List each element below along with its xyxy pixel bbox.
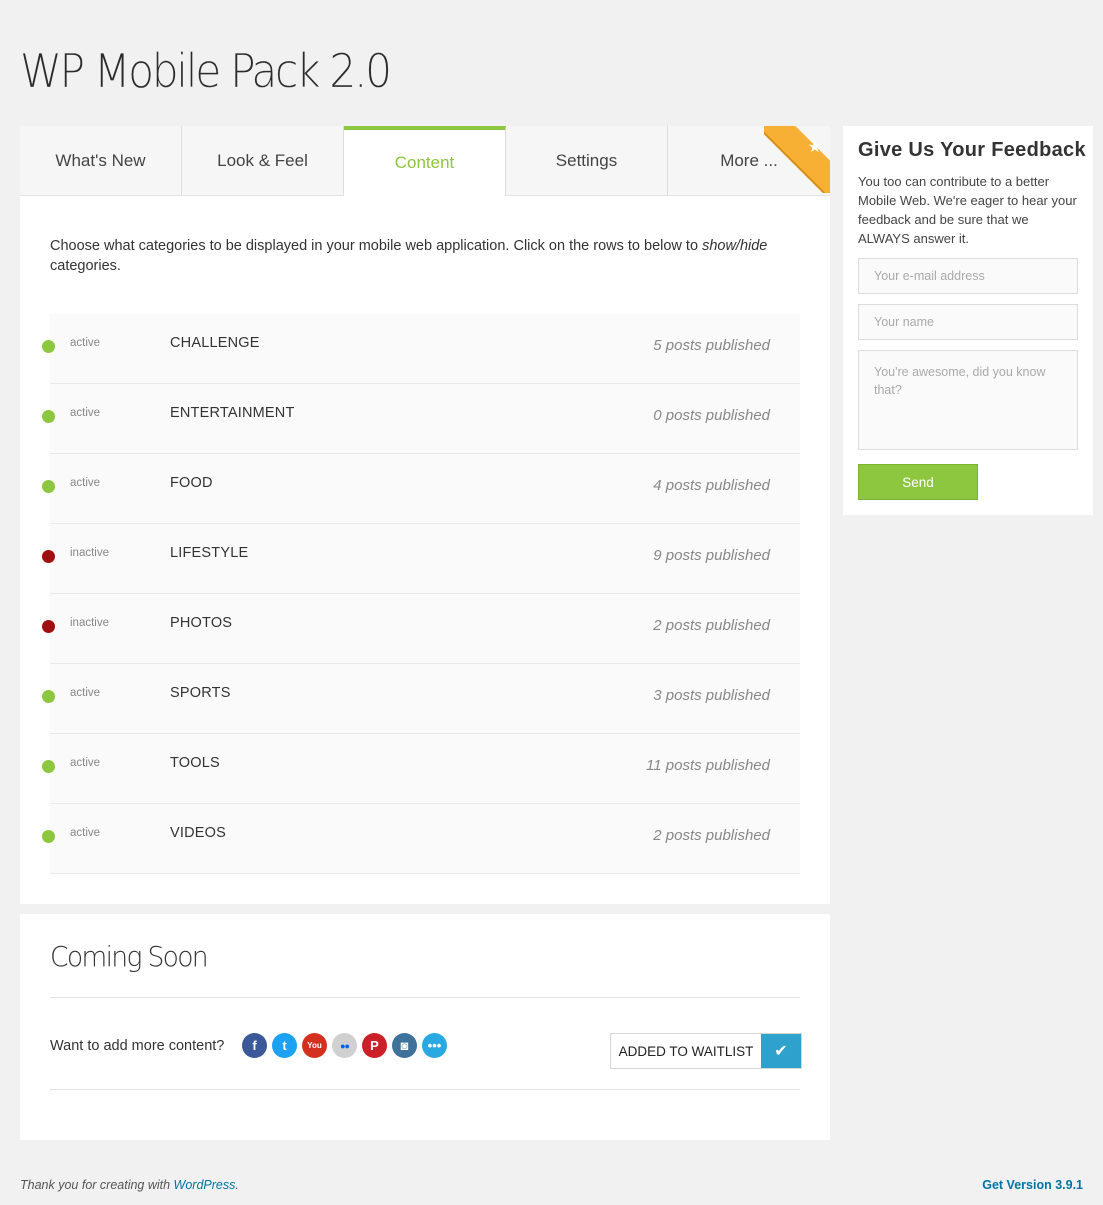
divider <box>50 997 800 998</box>
category-name: SPORTS <box>170 685 231 701</box>
coming-soon-title: Coming Soon <box>50 940 209 973</box>
category-post-count: 2 posts published <box>653 827 770 844</box>
category-list: active CHALLENGE 5 posts published active EN… <box>40 314 800 874</box>
twitter-icon[interactable]: t <box>272 1033 297 1058</box>
coming-soon-panel: Coming Soon Want to add more content? ft… <box>20 914 830 1140</box>
category-post-count: 3 posts published <box>653 687 770 704</box>
category-name: ENTERTAINMENT <box>170 405 295 421</box>
category-row[interactable]: active FOOD 4 posts published <box>40 454 800 524</box>
social-icons: f t You ●● P ◙ ••• <box>242 1033 447 1058</box>
category-name: FOOD <box>170 475 213 491</box>
instagram-icon[interactable]: ◙ <box>392 1033 417 1058</box>
main-panel: What's New Look & Feel Content Settings … <box>20 126 830 904</box>
category-post-count: 2 posts published <box>653 617 770 634</box>
tab-content[interactable]: Content <box>344 126 506 196</box>
tab-settings[interactable]: Settings <box>506 126 668 196</box>
intro-emphasis: show/hide <box>702 238 768 254</box>
category-post-count: 11 posts published <box>646 757 770 774</box>
category-name: PHOTOS <box>170 615 233 631</box>
footer-thanks-prefix: Thank you for creating with <box>20 1178 174 1192</box>
status-dot-icon <box>42 690 55 703</box>
category-row[interactable]: inactive LIFESTYLE 9 posts published <box>40 524 800 594</box>
facebook-icon[interactable]: f <box>242 1033 267 1058</box>
tab-whats-new[interactable]: What's New <box>20 126 182 196</box>
category-status: active <box>70 827 101 839</box>
category-post-count: 0 posts published <box>653 407 770 424</box>
tab-bar: What's New Look & Feel Content Settings … <box>20 126 830 196</box>
wordpress-link[interactable]: WordPress <box>174 1178 236 1192</box>
footer-thanks: Thank you for creating with WordPress. <box>20 1178 239 1192</box>
content-intro: Choose what categories to be displayed i… <box>50 236 770 276</box>
category-row[interactable]: active ENTERTAINMENT 0 posts published <box>40 384 800 454</box>
category-status: active <box>70 757 101 769</box>
divider <box>50 1089 800 1090</box>
name-field[interactable] <box>858 304 1078 340</box>
category-row[interactable]: active TOOLS 11 posts published <box>40 734 800 804</box>
send-button[interactable]: Send <box>858 464 978 500</box>
category-name: VIDEOS <box>170 825 226 841</box>
category-name: LIFESTYLE <box>170 545 249 561</box>
category-row[interactable]: inactive PHOTOS 2 posts published <box>40 594 800 664</box>
email-field[interactable] <box>858 258 1078 294</box>
category-row[interactable]: active VIDEOS 2 posts published <box>40 804 800 874</box>
premium-ribbon: ★ <box>764 126 830 193</box>
more-icon[interactable]: ••• <box>422 1033 447 1058</box>
intro-suffix: categories. <box>50 258 121 274</box>
status-dot-icon <box>42 340 55 353</box>
category-status: inactive <box>70 547 109 559</box>
waitlist-label: ADDED TO WAITLIST <box>611 1034 761 1068</box>
category-status: inactive <box>70 617 109 629</box>
get-version-link[interactable]: Get Version 3.9.1 <box>982 1178 1083 1192</box>
checkmark-icon: ✔ <box>761 1034 801 1068</box>
category-status: active <box>70 687 101 699</box>
tab-look-and-feel[interactable]: Look & Feel <box>182 126 344 196</box>
feedback-title: Give Us Your Feedback <box>858 139 1086 161</box>
category-name: TOOLS <box>170 755 220 771</box>
category-post-count: 9 posts published <box>653 547 770 564</box>
status-dot-icon <box>42 550 55 563</box>
message-field[interactable] <box>858 350 1078 450</box>
waitlist-button[interactable]: ADDED TO WAITLIST ✔ <box>610 1033 802 1069</box>
category-status: active <box>70 337 101 349</box>
pinterest-icon[interactable]: P <box>362 1033 387 1058</box>
category-row[interactable]: active CHALLENGE 5 posts published <box>40 314 800 384</box>
feedback-description: You too can contribute to a better Mobil… <box>858 174 1077 246</box>
star-icon: ★ <box>807 139 822 156</box>
category-row[interactable]: active SPORTS 3 posts published <box>40 664 800 734</box>
category-status: active <box>70 407 101 419</box>
status-dot-icon <box>42 620 55 633</box>
category-name: CHALLENGE <box>170 335 260 351</box>
page-title: WP Mobile Pack 2.0 <box>20 44 392 98</box>
feedback-panel: Give Us Your Feedback You too can contri… <box>843 126 1093 515</box>
add-content-question: Want to add more content? <box>50 1038 225 1054</box>
footer-thanks-suffix: . <box>235 1178 239 1192</box>
category-status: active <box>70 477 101 489</box>
status-dot-icon <box>42 410 55 423</box>
category-post-count: 4 posts published <box>653 477 770 494</box>
intro-prefix: Choose what categories to be displayed i… <box>50 238 703 254</box>
tab-more[interactable]: More ... ★ <box>668 126 830 196</box>
youtube-icon[interactable]: You <box>302 1033 327 1058</box>
status-dot-icon <box>42 480 55 493</box>
status-dot-icon <box>42 760 55 773</box>
status-dot-icon <box>42 830 55 843</box>
category-post-count: 5 posts published <box>653 337 770 354</box>
flickr-icon[interactable]: ●● <box>332 1033 357 1058</box>
